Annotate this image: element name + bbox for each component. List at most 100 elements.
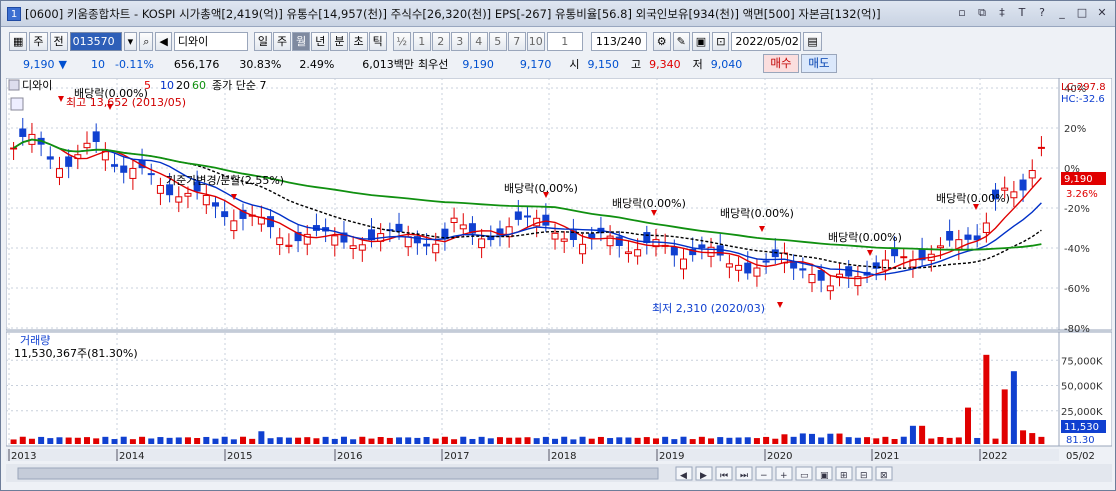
volume-bar xyxy=(634,437,641,444)
timeframe-년[interactable]: 년 xyxy=(311,31,330,51)
volume-bar xyxy=(194,438,201,444)
window-number-badge[interactable]: 1 xyxy=(7,6,21,21)
candle-body xyxy=(744,262,752,274)
pin-icon[interactable]: ‡ xyxy=(995,6,1009,20)
timeframe-틱[interactable]: 틱 xyxy=(368,31,387,51)
volume-bar xyxy=(496,437,503,444)
lock-icon[interactable]: ⊡ xyxy=(712,31,730,51)
stock-code-input[interactable]: 013570 xyxy=(69,31,122,51)
volume-bar xyxy=(790,436,797,444)
low-value: 9,040 xyxy=(710,57,743,71)
interval-1[interactable]: 1 xyxy=(412,31,431,51)
minimize-icon[interactable]: _ xyxy=(1055,6,1069,20)
buy-button[interactable]: 매수 xyxy=(763,54,799,73)
search-icon[interactable]: ⌕ xyxy=(139,31,154,51)
save-icon[interactable]: ▣ xyxy=(691,31,711,51)
interval-5[interactable]: 5 xyxy=(488,31,507,51)
candle-body xyxy=(202,195,210,206)
half-button[interactable]: ½ xyxy=(392,31,411,51)
volume-bar xyxy=(882,436,889,444)
period-select[interactable]: 주 xyxy=(29,31,48,51)
volume-bar xyxy=(515,437,522,444)
timeframe-초[interactable]: 초 xyxy=(349,31,368,51)
candle-body xyxy=(817,269,825,281)
legend-tail: 종가 단순 7 xyxy=(212,79,266,92)
dividend-label-2: 배당락(0.00%) xyxy=(504,182,578,195)
text-icon[interactable]: T xyxy=(1015,6,1029,20)
current-price: 9,190 xyxy=(23,57,55,71)
volume-bar xyxy=(946,437,953,444)
candle-body xyxy=(946,231,954,241)
candle-body xyxy=(524,215,531,218)
price-chart-svg[interactable]: 75,000K 50,000K 25,000K 거래량11,530,367주(81.3… xyxy=(5,77,1113,488)
date-input[interactable]: 2022/05/02 xyxy=(731,31,802,51)
candle-body xyxy=(19,128,27,137)
change-percent: -0.11% xyxy=(114,57,154,71)
chart-area[interactable]: 75,000K 50,000K 25,000K 거래량 11,530,367주(81.3… xyxy=(5,77,1113,488)
draw-icon[interactable]: ✎ xyxy=(672,31,690,51)
close-icon[interactable]: ✕ xyxy=(1095,6,1109,20)
open-value: 9,150 xyxy=(587,57,620,71)
volume-bar xyxy=(148,438,155,444)
interval-3[interactable]: 3 xyxy=(450,31,469,51)
volume-bar xyxy=(919,425,926,444)
maximize-icon[interactable]: □ xyxy=(1075,6,1089,20)
code-dropdown-icon[interactable]: ▾ xyxy=(123,31,138,51)
timeframe-주[interactable]: 주 xyxy=(272,31,292,51)
link-icon[interactable]: ⧉ xyxy=(975,6,989,20)
calendar-icon[interactable]: ▤ xyxy=(803,31,822,51)
legend-ma-5: 5 xyxy=(144,79,151,92)
interval-10[interactable]: 10 xyxy=(526,31,545,51)
volume-bar xyxy=(744,437,751,444)
scroll-button-glyph: ▣ xyxy=(820,471,829,481)
sell-button[interactable]: 매도 xyxy=(801,54,837,73)
volume-bar xyxy=(561,436,568,444)
dividend-label-4: 배당락(0.00%) xyxy=(720,207,794,220)
price-tick-label: 20% xyxy=(1064,124,1086,135)
volume-bar xyxy=(873,438,880,444)
help-icon[interactable]: ? xyxy=(1035,6,1049,20)
timeframe-일[interactable]: 일 xyxy=(253,31,272,51)
volume-bar xyxy=(937,437,944,444)
volume-bar xyxy=(652,438,659,444)
restore-icon[interactable]: ▫ xyxy=(955,6,969,20)
settings-icon[interactable]: ⚙ xyxy=(652,31,671,51)
sound-icon[interactable]: ◀ xyxy=(155,31,172,51)
spinner-input[interactable]: 1 xyxy=(546,31,583,51)
volume-bar xyxy=(827,433,834,444)
volume-bar xyxy=(386,437,393,444)
volume-bar xyxy=(184,437,191,444)
candle-body xyxy=(423,243,431,247)
volume-bar xyxy=(964,407,971,444)
volume-bar xyxy=(212,438,219,444)
prev-button[interactable]: 전 xyxy=(49,31,68,51)
best-bid: 9,170 xyxy=(519,57,552,71)
candle-body xyxy=(478,238,486,249)
volume-bar xyxy=(579,436,586,444)
timeframe-월[interactable]: 월 xyxy=(292,31,311,51)
volume-bar xyxy=(983,354,990,444)
candle-body xyxy=(964,234,972,240)
volume-bar xyxy=(891,439,898,444)
dividend-label-5: 배당락(0.00%) xyxy=(828,231,902,244)
interval-7[interactable]: 7 xyxy=(507,31,526,51)
volume-bar xyxy=(588,438,595,444)
stock-name-box[interactable]: 디와이 xyxy=(173,31,248,51)
volume-bar xyxy=(93,438,100,444)
candle-body xyxy=(881,259,889,271)
year-label: 2019 xyxy=(659,451,684,462)
candle-body xyxy=(799,268,807,271)
interval-2[interactable]: 2 xyxy=(431,31,450,51)
volume-bar xyxy=(597,436,604,444)
volume-bar xyxy=(1038,436,1045,444)
volume-bar xyxy=(469,438,476,444)
candle-body xyxy=(111,164,119,167)
grid-icon[interactable]: ▦ xyxy=(9,31,28,51)
volume-bar xyxy=(900,436,907,444)
candle-body xyxy=(1019,179,1027,191)
interval-4[interactable]: 4 xyxy=(469,31,488,51)
volume-bar xyxy=(524,437,531,444)
high-label: 고 xyxy=(631,58,642,71)
timeframe-분[interactable]: 분 xyxy=(330,31,349,51)
window-title: [0600] 키움종합차트 - KOSPI 시가총액[2,419(억)] 유통수… xyxy=(25,6,881,21)
